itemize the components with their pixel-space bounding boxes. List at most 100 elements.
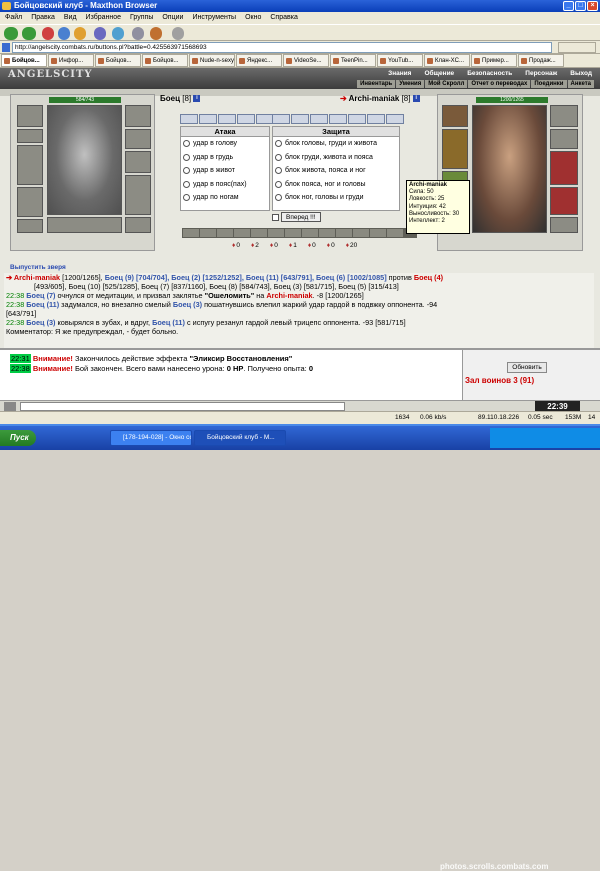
log-name[interactable]: Боец (11) [152,318,185,327]
nav-exit[interactable]: Выход [570,70,592,77]
action-icon[interactable] [370,229,386,237]
log-name[interactable]: Боец (7) [26,291,55,300]
radio[interactable] [275,167,282,175]
menu-edit[interactable]: Правка [31,12,55,24]
attack-icon[interactable] [237,114,255,124]
radio[interactable] [183,180,190,188]
taskbar-item[interactable]: [178-194-028] - Окно со... [110,430,192,446]
radio[interactable] [275,140,282,148]
log-name[interactable]: Archi-maniak [266,291,312,300]
tab-4[interactable]: Бойцов... [142,54,188,67]
opponent-name[interactable]: Archi-maniak [349,94,400,103]
refresh-button[interactable]: Обновить [507,362,547,373]
forward-icon[interactable] [22,27,36,40]
attack-head[interactable]: удар в голову [181,137,269,151]
menu-file[interactable]: Файл [5,12,22,24]
forward-button[interactable]: Вперед !!! [281,212,321,222]
log-name[interactable]: Боец (3) [173,300,202,309]
favorites-icon[interactable] [94,27,106,40]
action-icon[interactable] [268,229,284,237]
refresh-icon[interactable] [58,27,70,40]
belt-slot[interactable] [17,219,43,233]
defense-option-4[interactable]: блок пояса, ног и головы [273,178,399,192]
taskbar-item-active[interactable]: Бойцовский клуб - M... [194,430,286,446]
log-name[interactable]: Боец (11) [26,300,59,309]
url-input[interactable]: http://angelscity.combats.ru/buttons.pl?… [12,42,552,53]
tab-3[interactable]: Бойцов... [95,54,141,67]
defense-icon[interactable] [348,114,366,124]
attack-legs[interactable]: удар по ногам [181,191,269,205]
player-name[interactable]: Боец [160,94,180,103]
action-icon[interactable] [302,229,318,237]
auto-checkbox[interactable] [272,213,279,221]
player-info-icon[interactable]: i [193,95,201,103]
log-name[interactable]: Боец (3) [26,318,55,327]
earrings-slot[interactable] [550,105,578,127]
tab-8[interactable]: TeenPin... [330,54,376,67]
boots-slot[interactable] [125,217,151,233]
minimize-button[interactable]: _ [563,1,574,11]
nav-knowledge[interactable]: Знания [388,70,411,77]
menu-tools[interactable]: Инструменты [192,12,236,24]
weapon-slot[interactable] [17,145,43,185]
defense-icon[interactable] [386,114,404,124]
defense-option-1[interactable]: блок головы, груди и живота [273,137,399,151]
defense-option-3[interactable]: блок живота, пояса и ног [273,164,399,178]
stop-icon[interactable] [42,27,54,40]
menu-help[interactable]: Справка [270,12,297,24]
boots-slot[interactable] [550,217,578,233]
radio[interactable] [183,140,190,148]
subnav-inventory[interactable]: Инвентарь [357,80,396,88]
radio[interactable] [183,194,190,202]
defense-icon[interactable] [272,114,290,124]
tab-6[interactable]: Яндекс... [236,54,282,67]
shield-slot[interactable] [125,175,151,215]
attack-icon[interactable] [199,114,217,124]
action-icon[interactable] [336,229,352,237]
action-icon[interactable] [251,229,267,237]
maximize-button[interactable]: □ [575,1,586,11]
action-icon[interactable] [353,229,369,237]
action-icon[interactable] [387,229,403,237]
tab-10[interactable]: Клан-XC... [424,54,470,67]
subnav-transfers[interactable]: Отчет о переводах [468,80,531,88]
amulet-slot[interactable] [17,129,43,143]
action-icon[interactable] [217,229,233,237]
action-icon[interactable] [183,229,199,237]
radio[interactable] [275,153,282,161]
action-icon[interactable] [319,229,335,237]
nav-character[interactable]: Персонаж [525,70,557,77]
attack-icon[interactable] [180,114,198,124]
nav-security[interactable]: Безопасность [467,70,512,77]
helmet-slot[interactable] [17,105,43,127]
menu-window[interactable]: Окно [245,12,261,24]
action-icon[interactable] [285,229,301,237]
subnav-scroll[interactable]: Мой Скролл [425,80,468,88]
release-pet-link[interactable]: Выпустить зверя [10,264,66,271]
gloves-slot[interactable] [125,151,151,173]
weapon-slot[interactable] [442,129,468,169]
defense-icon[interactable] [367,114,385,124]
tab-1[interactable]: Бойцов... [1,54,47,67]
home-icon[interactable] [74,27,86,40]
attack-icon[interactable] [218,114,236,124]
print-icon[interactable] [132,27,144,40]
action-icon[interactable] [234,229,250,237]
rings-slot[interactable] [550,129,578,149]
radio[interactable] [275,180,282,188]
subnav-battles[interactable]: Поединки [531,80,567,88]
chat-input[interactable] [20,402,345,411]
subnav-profile[interactable]: Анкета [567,80,594,88]
chat-mode-icon[interactable] [4,402,16,411]
menu-options[interactable]: Опции [162,12,183,24]
radio[interactable] [183,167,190,175]
menu-groups[interactable]: Группы [130,12,153,24]
tab-7[interactable]: VideoSe... [283,54,329,67]
subnav-skills[interactable]: Умения [396,80,425,88]
tools-icon[interactable] [172,27,184,40]
action-icon[interactable] [200,229,216,237]
close-button[interactable]: × [587,1,598,11]
attack-belly[interactable]: удар в живот [181,164,269,178]
tab-12[interactable]: Продаж... [518,54,564,67]
mail-icon[interactable] [150,27,162,40]
